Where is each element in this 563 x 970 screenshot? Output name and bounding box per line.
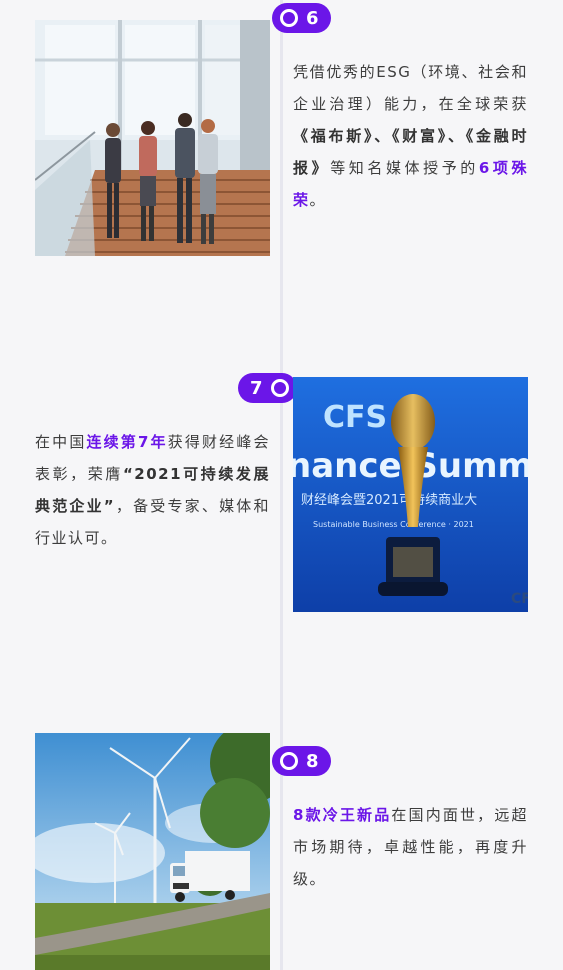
truck-wind-turbines-photo [35,733,270,970]
milestone-text-7: 在中国连续第7年获得财经峰会表彰，荣膺“2021可持续发展典范企业”，备受专家、… [35,426,270,554]
banner-sub: Sustainable Business Conference · 2021 [313,520,474,529]
ring-icon [280,9,298,27]
text-segment: 凭借优秀的ESG（环境、社会和企业治理）能力，在全球荣获 [293,63,528,113]
cfs-logo: CFS [323,400,387,435]
ring-icon [280,752,298,770]
milestone-number: 8 [306,750,319,772]
text-segment: 在中国 [35,433,87,451]
highlight-products: 8款冷王新品 [293,806,392,824]
ring-icon [270,379,289,397]
milestone-badge-7: 7 [238,373,297,403]
milestone-text-8: 8款冷王新品在国内面世，远超市场期待，卓越性能，再度升级。 [293,799,528,895]
text-segment: 。 [309,191,327,209]
people-on-stairs-photo [35,20,270,256]
milestone-number: 7 [250,377,263,399]
milestone-badge-8: 8 [272,746,331,776]
milestone-number: 6 [306,7,319,29]
text-segment: 等知名媒体授予的 [330,159,479,177]
banner-cn: 财经峰会暨2021可持续商业大 [301,493,477,508]
milestone-badge-6: 6 [272,3,331,33]
trophy-photo: CFS nance Summ 财经峰会暨2021可持续商业大 Sustainab… [293,377,528,612]
timeline-line [280,0,283,970]
milestone-text-6: 凭借优秀的ESG（环境、社会和企业治理）能力，在全球荣获《福布斯》、《财富》、《… [293,56,528,216]
corner-logo: CF [511,591,528,607]
highlight-years: 连续第7年 [86,433,168,451]
